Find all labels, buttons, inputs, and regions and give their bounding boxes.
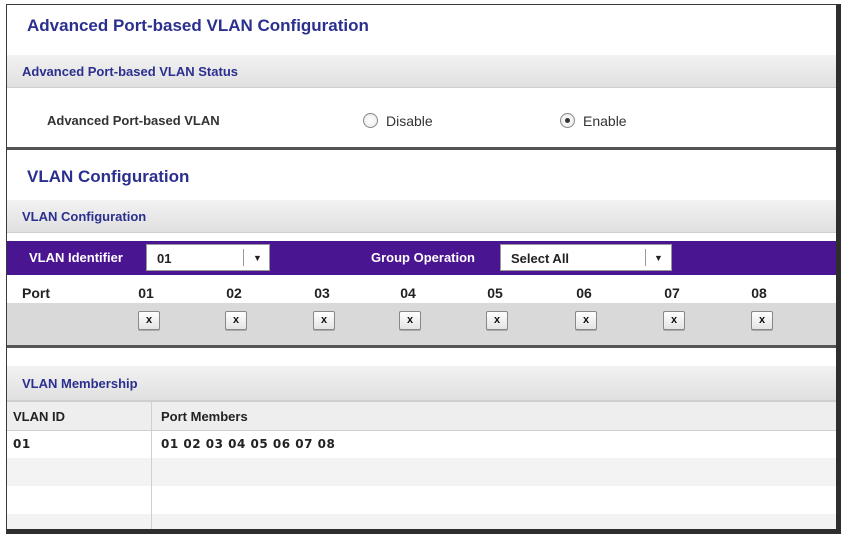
port-members-cell: 01 02 03 04 05 06 07 08 <box>161 437 336 451</box>
vlan-id-cell: 01 <box>13 437 31 451</box>
select-divider <box>645 249 646 266</box>
vlan-identifier-select[interactable]: 01 ▼ <box>146 244 270 271</box>
port-number: 03 <box>314 285 330 301</box>
vlan-identifier-value: 01 <box>157 251 172 266</box>
vlan-identifier-label: VLAN Identifier <box>29 250 123 265</box>
select-divider <box>243 249 244 266</box>
disable-option[interactable]: Disable <box>363 113 433 129</box>
port-06-toggle[interactable]: x <box>575 311 597 330</box>
port-membership-band <box>7 303 836 348</box>
enable-label: Enable <box>583 113 627 129</box>
port-number: 04 <box>400 285 416 301</box>
enable-option[interactable]: Enable <box>560 113 627 129</box>
column-header-port-members: Port Members <box>161 409 248 424</box>
port-03-toggle[interactable]: x <box>313 311 335 330</box>
advanced-vlan-label: Advanced Port-based VLAN <box>47 113 220 128</box>
table-row-empty <box>7 458 836 486</box>
port-07-toggle[interactable]: x <box>663 311 685 330</box>
group-operation-label: Group Operation <box>371 250 475 265</box>
enable-radio[interactable] <box>560 113 575 128</box>
config-panel: Advanced Port-based VLAN Configuration A… <box>6 4 841 534</box>
port-number: 02 <box>226 285 242 301</box>
port-02-toggle[interactable]: x <box>225 311 247 330</box>
status-section-title: Advanced Port-based VLAN Status <box>22 64 238 79</box>
page-title: Advanced Port-based VLAN Configuration <box>27 16 369 35</box>
vlan-config-section-header: VLAN Configuration <box>7 200 836 233</box>
membership-table: VLAN ID Port Members 01 01 02 03 04 05 0… <box>7 401 836 529</box>
column-divider <box>151 401 152 529</box>
table-row: 01 01 02 03 04 05 06 07 08 <box>7 430 836 458</box>
disable-radio[interactable] <box>363 113 378 128</box>
table-header: VLAN ID Port Members <box>7 401 836 431</box>
membership-section-header: VLAN Membership <box>7 366 836 401</box>
port-08-toggle[interactable]: x <box>751 311 773 330</box>
port-01-toggle[interactable]: x <box>138 311 160 330</box>
disable-label: Disable <box>386 113 433 129</box>
vlan-control-bar: VLAN Identifier 01 ▼ Group Operation Sel… <box>7 241 836 275</box>
port-04-toggle[interactable]: x <box>399 311 421 330</box>
group-operation-select[interactable]: Select All ▼ <box>500 244 672 271</box>
vlan-config-section-title: VLAN Configuration <box>22 209 147 224</box>
status-section-header: Advanced Port-based VLAN Status <box>7 55 836 88</box>
chevron-down-icon: ▼ <box>654 253 663 263</box>
chevron-down-icon: ▼ <box>253 253 262 263</box>
port-number: 06 <box>576 285 592 301</box>
port-number: 01 <box>138 285 154 301</box>
group-operation-value: Select All <box>511 251 570 266</box>
port-05-toggle[interactable]: x <box>486 311 508 330</box>
membership-section-title: VLAN Membership <box>22 376 138 391</box>
port-number: 07 <box>664 285 680 301</box>
port-label: Port <box>22 285 50 301</box>
status-row: Advanced Port-based VLAN Disable Enable <box>7 87 836 150</box>
column-header-vlan-id: VLAN ID <box>13 409 65 424</box>
port-number: 08 <box>751 285 767 301</box>
vlan-configuration-title: VLAN Configuration <box>27 167 190 186</box>
table-row-empty <box>7 514 836 529</box>
port-number: 05 <box>487 285 503 301</box>
table-row-empty <box>7 486 836 514</box>
